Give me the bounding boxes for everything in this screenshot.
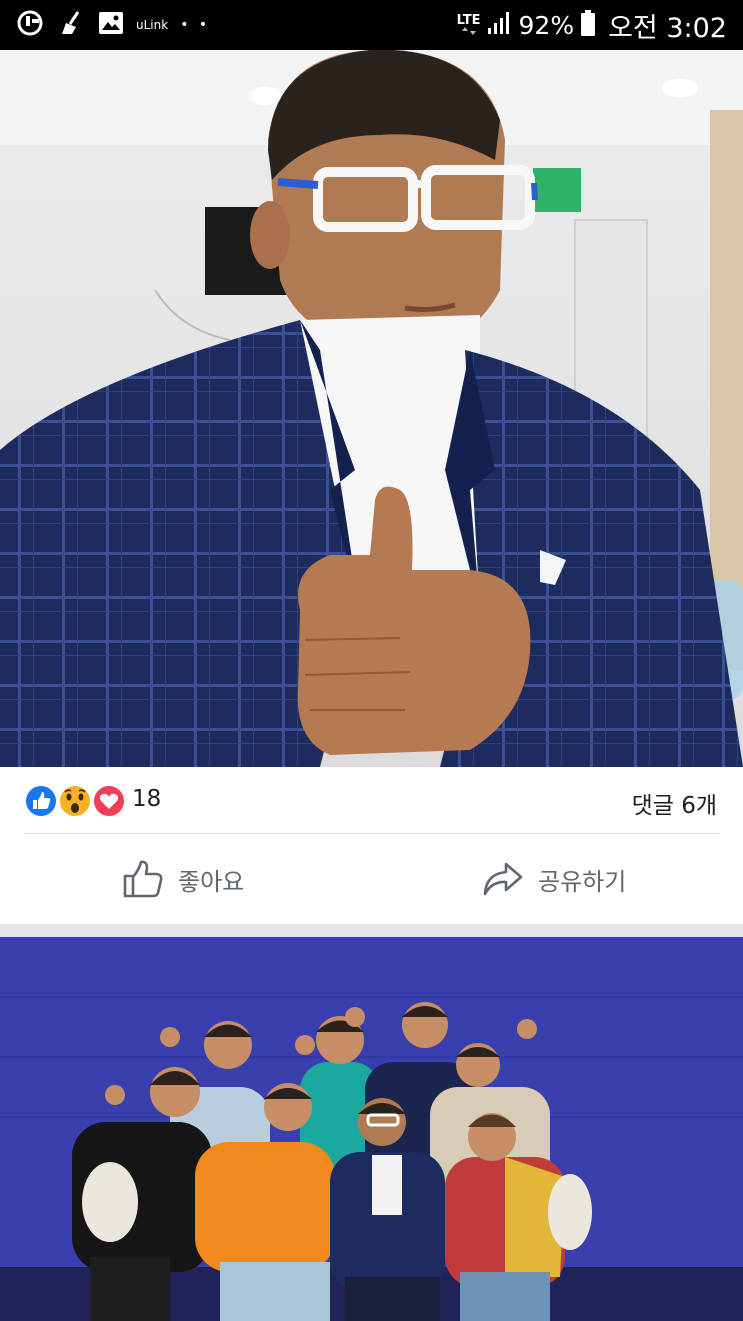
love-reaction-icon bbox=[92, 784, 126, 818]
gallery-image-icon bbox=[98, 11, 124, 39]
reaction-count[interactable]: 18 bbox=[132, 786, 161, 812]
post-actions-row: 좋아요 공유하기 bbox=[0, 834, 743, 924]
like-button[interactable]: 좋아요 bbox=[122, 834, 244, 924]
share-button[interactable]: 공유하기 bbox=[482, 834, 626, 924]
post-photo-selfie[interactable] bbox=[0, 50, 743, 767]
reaction-icons-group[interactable] bbox=[24, 784, 126, 818]
share-arrow-icon bbox=[482, 858, 524, 900]
lte-indicator: LTE bbox=[456, 13, 481, 35]
thumbs-up-icon bbox=[122, 858, 164, 900]
like-label: 좋아요 bbox=[178, 867, 245, 896]
battery-icon bbox=[580, 9, 596, 41]
clock-time: 오전 3:02 bbox=[608, 12, 727, 44]
wow-reaction-icon bbox=[58, 784, 92, 818]
selfie-illustration bbox=[0, 50, 743, 767]
feed-separator bbox=[0, 924, 743, 937]
status-bar: uLink • • LTE 92% 오전 3:02 bbox=[0, 0, 743, 50]
like-reaction-icon bbox=[24, 784, 58, 818]
post-photo-group[interactable] bbox=[0, 937, 743, 1321]
cleaner-broom-icon bbox=[58, 10, 86, 40]
lte-label: LTE bbox=[456, 13, 481, 28]
comment-count[interactable]: 댓글 6개 bbox=[632, 786, 717, 820]
ulink-label: uLink bbox=[136, 18, 169, 32]
group-photo-illustration bbox=[0, 937, 743, 1321]
battery-percent: 92% bbox=[518, 10, 575, 40]
uplus-app-icon bbox=[16, 10, 46, 40]
signal-strength-icon bbox=[487, 10, 513, 40]
data-arrows-icon bbox=[461, 27, 476, 35]
reactions-summary-row: 18 댓글 6개 bbox=[0, 767, 743, 833]
share-label: 공유하기 bbox=[538, 867, 627, 896]
more-notifications-dots: • • bbox=[180, 17, 211, 33]
